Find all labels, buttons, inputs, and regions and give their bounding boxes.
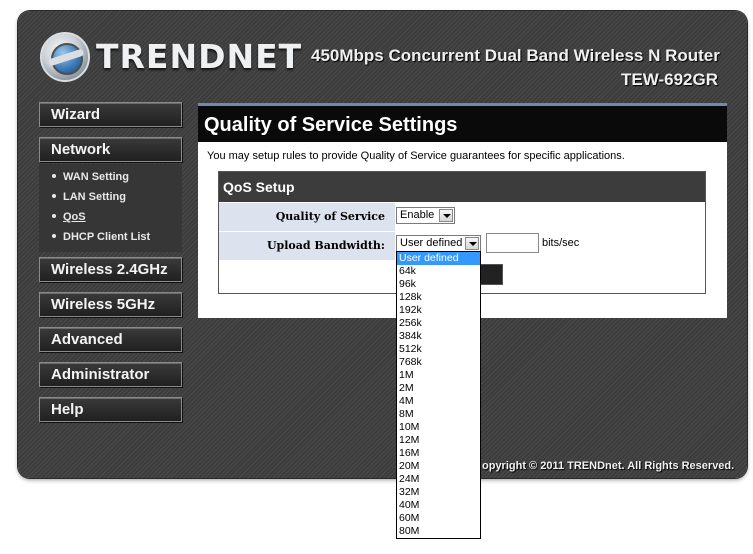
upload-bandwidth-select[interactable]: User defined [396,235,481,252]
bullet-icon [52,174,56,179]
qos-label: Quality of Service [219,203,395,231]
submenu-item-lan-setting[interactable]: LAN Setting [52,191,126,203]
submenu-label: DHCP Client List [63,231,151,244]
logo-text: TRENDNET [96,37,303,76]
upload-bandwidth-label: Upload Bandwidth: [219,232,395,260]
dropdown-option[interactable]: 4M [397,395,480,408]
nav-network-button[interactable]: Network [39,137,182,162]
upload-bandwidth-unit: bits/sec [542,237,580,249]
chevron-down-icon[interactable] [439,209,453,222]
dropdown-option[interactable]: 1M [397,369,480,382]
dropdown-option[interactable]: 64k [397,265,480,278]
dropdown-option[interactable]: 10M [397,421,480,434]
dropdown-option[interactable]: 80M [397,525,480,538]
bullet-icon [52,214,56,219]
nav-wireless-5ghz-button[interactable]: Wireless 5GHz [39,292,182,317]
nav-administrator-button[interactable]: Administrator [39,362,182,387]
dropdown-option[interactable]: 16M [397,447,480,460]
submenu-item-wan-setting[interactable]: WAN Setting [52,171,129,183]
submenu-label: WAN Setting [63,171,129,184]
nav-wireless-24ghz-button[interactable]: Wireless 2.4GHz [39,257,182,282]
nav-wizard-button[interactable]: Wizard [39,102,182,127]
dropdown-option[interactable]: 512k [397,343,480,356]
dropdown-option[interactable]: User defined [397,252,480,265]
dropdown-option[interactable]: 96k [397,278,480,291]
dropdown-option[interactable]: 20M [397,460,480,473]
nav-help-button[interactable]: Help [39,397,182,422]
dropdown-option[interactable]: 384k [397,330,480,343]
qos-setup-title: QoS Setup [219,172,705,202]
dropdown-option[interactable]: 2M [397,382,480,395]
submenu-label: LAN Setting [63,191,126,204]
model-description: 450Mbps Concurrent Dual Band Wireless N … [311,46,720,65]
nav-advanced-button[interactable]: Advanced [39,327,182,352]
dropdown-option[interactable]: 32M [397,486,480,499]
dropdown-option[interactable]: 24M [397,473,480,486]
trendnet-logo-icon [40,32,90,82]
submenu-item-dhcp-client-list[interactable]: DHCP Client List [52,231,150,243]
dropdown-option[interactable]: 40M [397,499,480,512]
dropdown-option[interactable]: 128k [397,291,480,304]
upload-bandwidth-input[interactable] [486,233,539,253]
dropdown-option[interactable]: 768k [397,356,480,369]
page-title: Quality of Service Settings [198,106,727,142]
trendnet-logo: TRENDNET [40,32,301,82]
chevron-down-icon[interactable] [465,237,479,250]
qos-enable-select[interactable]: Enable [396,207,455,224]
dropdown-option[interactable]: 256k [397,317,480,330]
apply-button[interactable] [479,264,503,285]
qos-enable-value: Enable [400,209,435,221]
submenu-item-qos[interactable]: QoS [52,211,86,223]
bullet-icon [52,194,56,199]
page-description: You may setup rules to provide Quality o… [207,150,625,162]
submenu-label: QoS [63,211,86,224]
upload-bandwidth-dropdown-list[interactable]: User defined 64k 96k 128k 192k 256k 384k 512k 76… [396,251,481,539]
copyright-text: opyright © 2011 TRENDnet. All Rights Res… [482,460,735,472]
dropdown-option[interactable]: 60M [397,512,480,525]
upload-bandwidth-value: User defined [400,237,463,249]
model-number: TEW-692GR [621,70,718,89]
bullet-icon [52,234,56,239]
dropdown-option[interactable]: 8M [397,408,480,421]
dropdown-option[interactable]: 12M [397,434,480,447]
dropdown-option[interactable]: 192k [397,304,480,317]
network-submenu: WAN Setting LAN Setting QoS DHCP Client … [39,164,182,252]
